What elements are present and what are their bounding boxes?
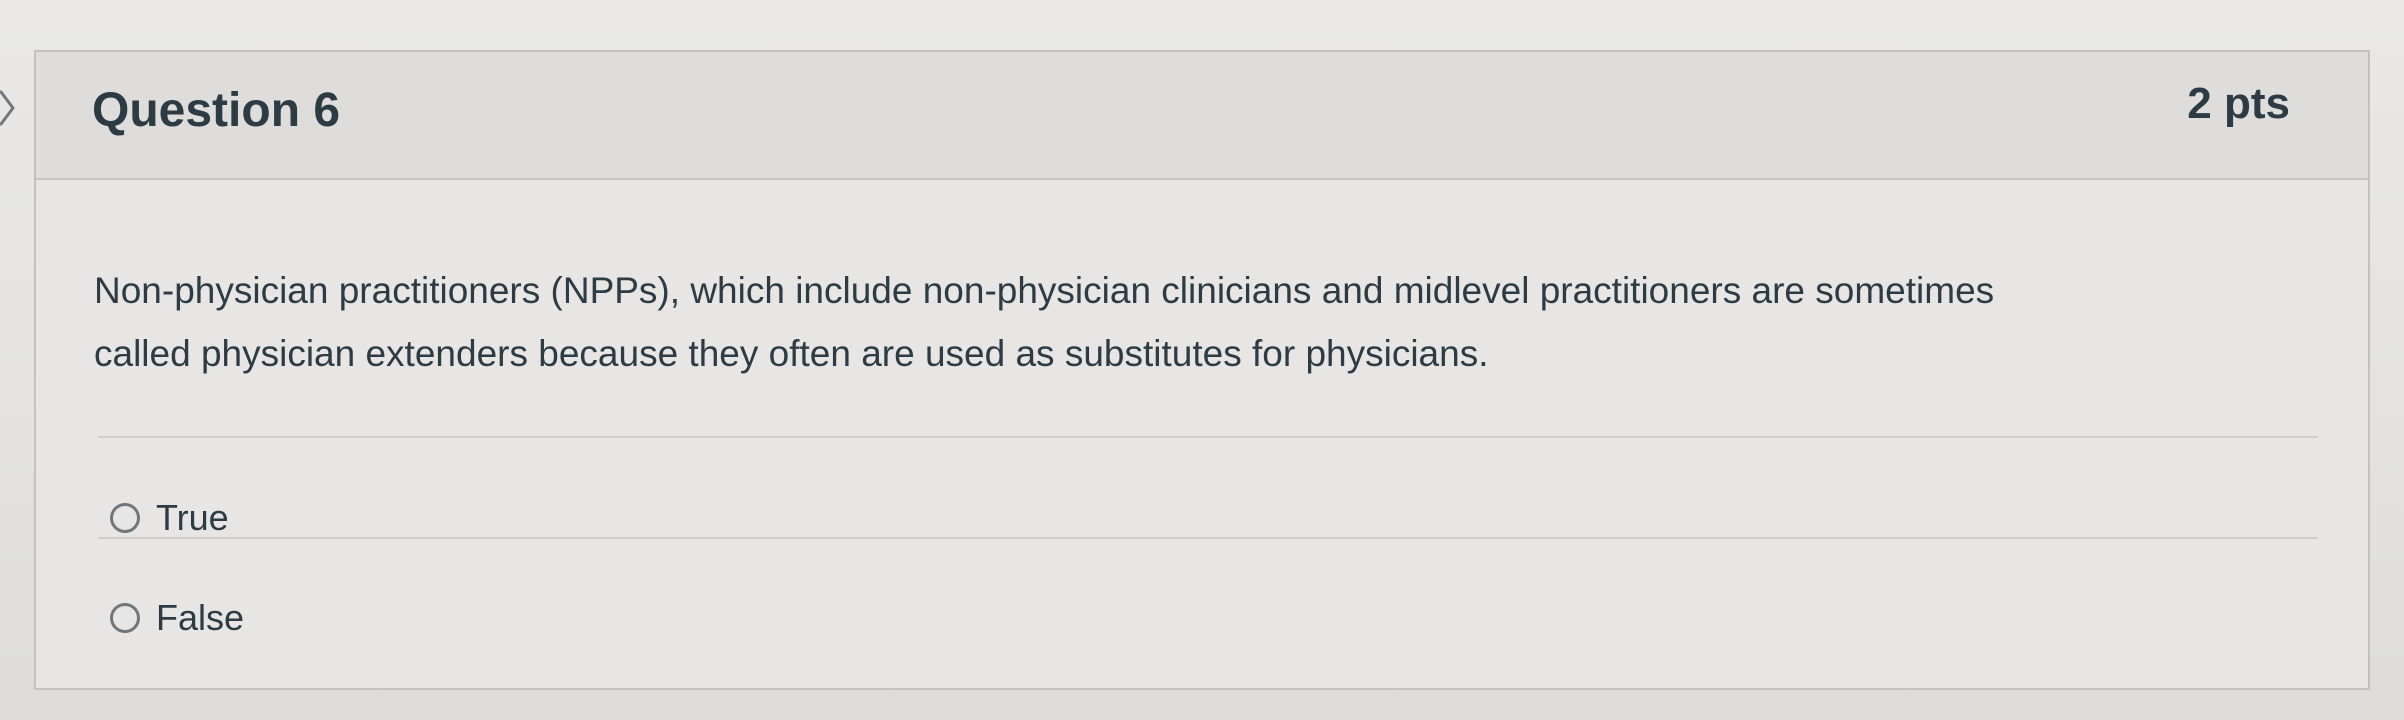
question-text-line: Non-physician practitioners (NPPs), whic… — [94, 270, 1995, 311]
answer-option-false[interactable]: False — [110, 593, 244, 643]
radio-button-unselected-icon[interactable] — [110, 503, 140, 533]
question-text: Non-physician practitioners (NPPs), whic… — [94, 260, 2294, 386]
chevron-right-icon[interactable] — [0, 86, 20, 130]
answer-divider — [98, 436, 2318, 438]
radio-button-unselected-icon[interactable] — [110, 603, 140, 633]
answer-label: True — [156, 497, 229, 538]
question-points: 2 pts — [2187, 79, 2290, 128]
answer-divider — [98, 537, 2318, 539]
question-title: Question 6 — [92, 84, 341, 137]
answer-option-true[interactable]: True — [110, 493, 229, 543]
question-text-line: called physician extenders because they … — [94, 332, 1489, 374]
question-header: Question 6 2 pts — [36, 52, 2368, 180]
question-card: Question 6 2 pts Non-physician practitio… — [34, 50, 2370, 690]
answer-label: False — [156, 597, 245, 638]
